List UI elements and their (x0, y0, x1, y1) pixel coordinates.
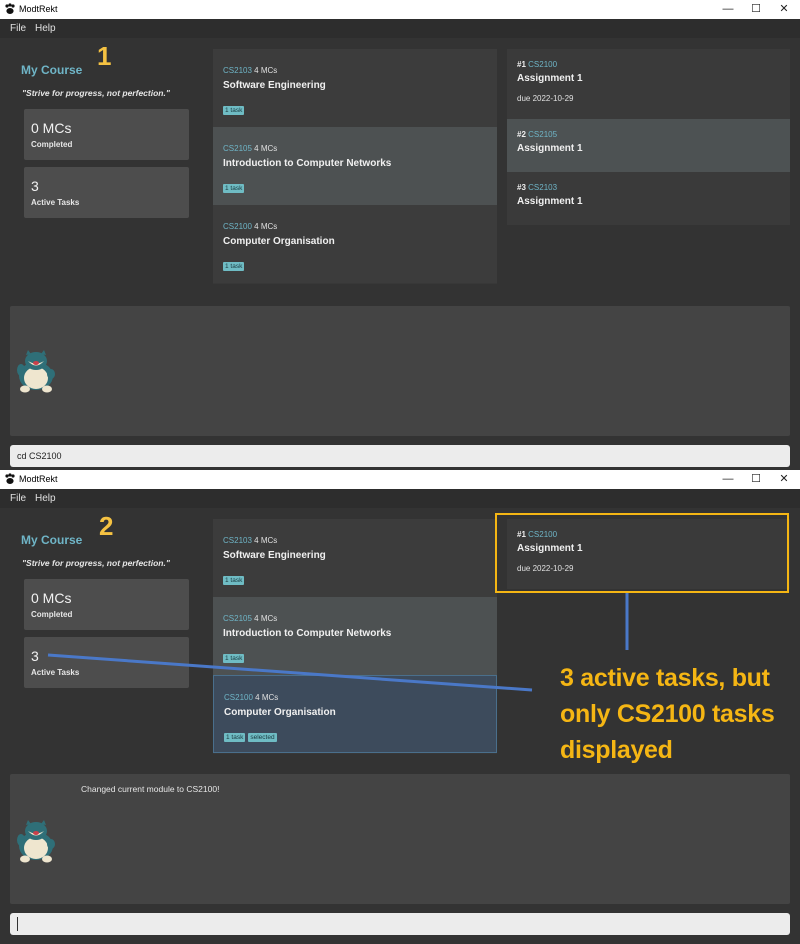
module-code: CS2103 (223, 66, 252, 75)
module-name: Computer Organisation (223, 236, 335, 247)
maximize-button[interactable]: ☐ (742, 471, 770, 487)
module-item-cs2105[interactable]: CS2105 4 MCs Introduction to Computer Ne… (213, 127, 497, 205)
module-mcs: 4 MCs (254, 144, 278, 153)
task-count-tag: 1 task (223, 184, 245, 193)
mcs-value: 0 MCs (31, 120, 72, 136)
mcs-completed-card: 0 MCs Completed (24, 579, 189, 630)
course-quote: "Strive for progress, not perfection." (22, 558, 170, 568)
active-tasks-label: Active Tasks (31, 198, 80, 207)
task-name: Assignment 1 (517, 196, 583, 207)
menu-bar: File Help (0, 19, 800, 38)
app-window-before: ModtRekt — ☐ ✕ File Help My Course 1 "St… (0, 0, 800, 470)
annotation-line-2: only CS2100 tasks (560, 700, 775, 728)
module-mcs: 4 MCs (254, 536, 278, 545)
snorlax-icon (17, 820, 55, 863)
result-display (10, 306, 790, 436)
maximize-button[interactable]: ☐ (742, 1, 770, 17)
task-index: #1 (517, 60, 526, 69)
title-bar: ModtRekt — ☐ ✕ (0, 0, 800, 19)
task-module-code: CS2105 (528, 130, 558, 139)
main-content: My Course 1 "Strive for progress, not pe… (0, 38, 800, 468)
window-title: ModtRekt (19, 474, 58, 484)
task-count-tag: 1 task (224, 733, 246, 742)
course-quote: "Strive for progress, not perfection." (22, 88, 170, 98)
command-input[interactable] (10, 913, 790, 935)
paw-icon (5, 3, 15, 14)
minimize-button[interactable]: — (714, 471, 742, 487)
module-list: CS2103 4 MCs Software Engineering 1 task… (213, 49, 497, 284)
module-name: Computer Organisation (224, 707, 336, 718)
module-item-cs2103[interactable]: CS2103 4 MCs Software Engineering 1 task (213, 49, 497, 127)
menu-file[interactable]: File (10, 493, 26, 504)
active-tasks-label: Active Tasks (31, 668, 80, 677)
active-tasks-card: 3 Active Tasks (24, 167, 189, 218)
module-code: CS2100 (223, 222, 252, 231)
task-due-date: due 2022-10-29 (517, 94, 574, 103)
module-name: Introduction to Computer Networks (223, 158, 392, 169)
annotation-text: 3 active tasks, but only CS2100 tasks di… (560, 660, 775, 768)
module-mcs: 4 MCs (254, 66, 278, 75)
module-code: CS2105 (223, 144, 252, 153)
snorlax-icon (17, 350, 55, 393)
mcs-label: Completed (31, 610, 73, 619)
paw-icon (5, 473, 15, 484)
module-mcs: 4 MCs (255, 693, 279, 702)
menu-help[interactable]: Help (35, 23, 56, 34)
active-tasks-value: 3 (31, 178, 39, 194)
minimize-button[interactable]: — (714, 1, 742, 17)
task-item[interactable]: #3 CS2103 Assignment 1 (507, 172, 790, 225)
title-bar: ModtRekt — ☐ ✕ (0, 470, 800, 489)
module-item-cs2100-selected[interactable]: CS2100 4 MCs Computer Organisation 1 tas… (213, 675, 497, 753)
annotation-line-1: 3 active tasks, but (560, 664, 770, 692)
module-code: CS2105 (223, 614, 252, 623)
task-count-tag: 1 task (223, 576, 245, 585)
task-module-code: CS2103 (528, 183, 558, 192)
annotation-line-3: displayed (560, 736, 673, 764)
module-name: Software Engineering (223, 550, 326, 561)
module-name: Software Engineering (223, 80, 326, 91)
selected-tag: selected (248, 733, 277, 742)
highlight-box (495, 513, 789, 593)
mcs-label: Completed (31, 140, 73, 149)
window-title: ModtRekt (19, 4, 58, 14)
result-display: Changed current module to CS2100! (10, 774, 790, 904)
task-item[interactable]: #2 CS2105 Assignment 1 (507, 119, 790, 172)
task-count-tag: 1 task (223, 654, 245, 663)
command-input[interactable]: cd CS2100 (10, 445, 790, 467)
result-message: Changed current module to CS2100! (81, 784, 220, 794)
module-code: CS2103 (223, 536, 252, 545)
module-item-cs2103[interactable]: CS2103 4 MCs Software Engineering 1 task (213, 519, 497, 597)
menu-file[interactable]: File (10, 23, 26, 34)
active-tasks-value: 3 (31, 648, 39, 664)
module-mcs: 4 MCs (254, 222, 278, 231)
step-number-2: 2 (99, 511, 114, 541)
module-mcs: 4 MCs (254, 614, 278, 623)
text-caret (17, 917, 18, 931)
task-count-tag: 1 task (223, 106, 245, 115)
mcs-completed-card: 0 MCs Completed (24, 109, 189, 160)
task-index: #3 (517, 183, 526, 192)
module-item-cs2105[interactable]: CS2105 4 MCs Introduction to Computer Ne… (213, 597, 497, 675)
module-list: CS2103 4 MCs Software Engineering 1 task… (213, 519, 497, 754)
course-title: My Course (21, 63, 83, 77)
task-item[interactable]: #1 CS2100 Assignment 1 due 2022-10-29 (507, 49, 790, 119)
close-button[interactable]: ✕ (770, 1, 798, 17)
close-button[interactable]: ✕ (770, 471, 798, 487)
task-count-tag: 1 task (223, 262, 245, 271)
menu-help[interactable]: Help (35, 493, 56, 504)
command-text: cd CS2100 (17, 451, 62, 461)
module-item-cs2100[interactable]: CS2100 4 MCs Computer Organisation 1 tas… (213, 205, 497, 283)
module-code: CS2100 (224, 693, 253, 702)
task-name: Assignment 1 (517, 143, 583, 154)
active-tasks-card: 3 Active Tasks (24, 637, 189, 688)
module-name: Introduction to Computer Networks (223, 628, 392, 639)
menu-bar: File Help (0, 489, 800, 508)
task-index: #2 (517, 130, 526, 139)
mcs-value: 0 MCs (31, 590, 72, 606)
task-module-code: CS2100 (528, 60, 558, 69)
step-number-1: 1 (97, 41, 112, 71)
task-name: Assignment 1 (517, 73, 583, 84)
course-title: My Course (21, 533, 83, 547)
